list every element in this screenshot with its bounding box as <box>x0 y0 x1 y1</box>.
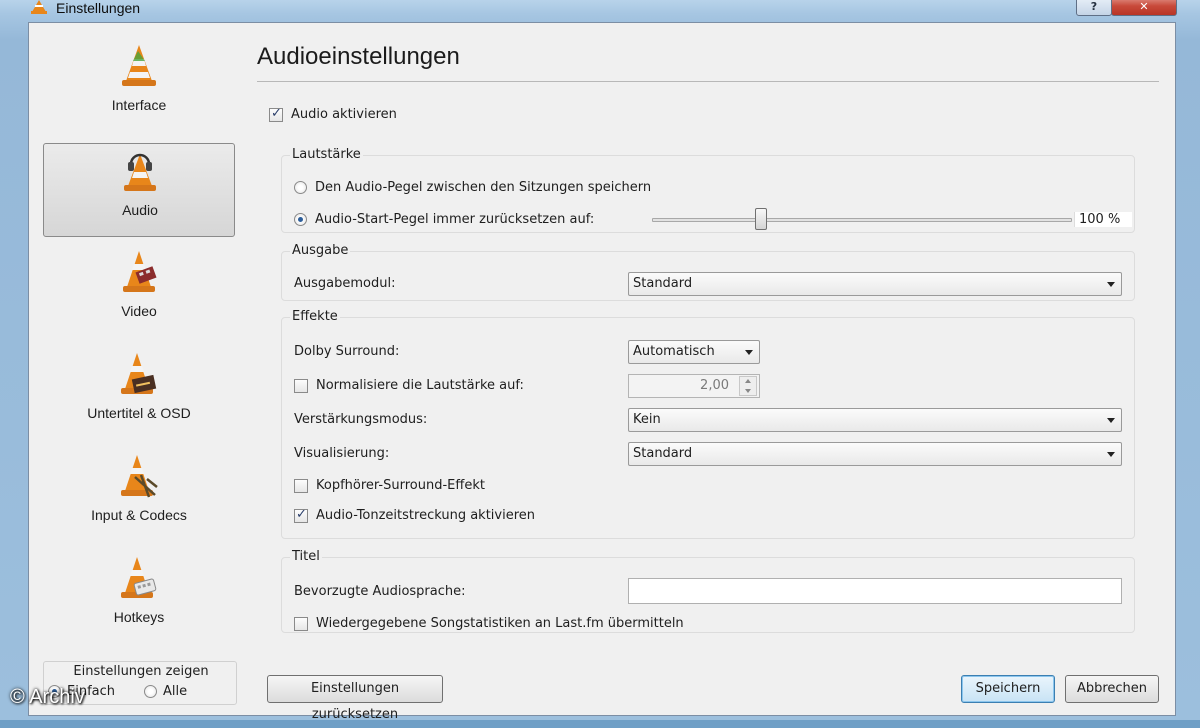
visualization-label: Visualisierung: <box>294 446 390 461</box>
title-divider <box>257 81 1159 82</box>
enable-audio-label: Audio aktivieren <box>291 107 397 122</box>
sidebar-item-audio[interactable]: Audio <box>43 143 235 237</box>
visualization-value: Standard <box>633 446 693 461</box>
gain-value: Kein <box>633 412 661 427</box>
volume-slider-track[interactable] <box>652 218 1072 222</box>
lastfm-label: Wiedergegebene Songstatistiken an Last.f… <box>316 616 684 631</box>
sidebar-item-label: Untertitel & OSD <box>87 405 191 421</box>
timestretch-option[interactable]: Audio-Tonzeitstreckung aktivieren <box>294 507 536 523</box>
headphones-cone-icon <box>120 146 160 196</box>
enable-audio-checkbox[interactable] <box>269 106 283 122</box>
lastfm-option[interactable]: Wiedergegebene Songstatistiken an Last.f… <box>294 616 684 631</box>
normalize-option[interactable]: Normalisiere die Lautstärke auf: <box>294 378 524 393</box>
track-group: Titel Bevorzugte Audiosprache: Wiedergeg… <box>281 549 1135 633</box>
all-label: Alle <box>163 684 188 699</box>
vlc-cone-icon <box>119 41 159 91</box>
output-group-title: Ausgabe <box>290 243 351 258</box>
page-title: Audioeinstellungen <box>257 43 460 70</box>
volume-slider-thumb[interactable] <box>755 208 768 230</box>
help-button[interactable]: ? <box>1076 0 1112 16</box>
output-module-select[interactable]: Standard <box>628 272 1122 296</box>
sidebar-item-label: Hotkeys <box>113 609 165 625</box>
dolby-label: Dolby Surround: <box>294 344 400 359</box>
chevron-down-icon <box>745 350 753 355</box>
audio-language-input[interactable] <box>628 578 1122 604</box>
film-cone-icon <box>119 247 159 297</box>
all-radio[interactable] <box>144 685 157 698</box>
subtitle-cone-icon <box>119 349 159 399</box>
spin-arrows-icon[interactable] <box>739 376 757 396</box>
sidebar-item-label: Video <box>121 303 157 319</box>
watermark: © Archiv <box>10 686 85 708</box>
dolby-select[interactable]: Automatisch <box>628 340 760 364</box>
track-group-title: Titel <box>290 549 322 564</box>
normalize-stepper[interactable]: 2,00 <box>628 374 760 398</box>
chevron-down-icon <box>1107 418 1115 423</box>
headphone-surround-label: Kopfhörer-Surround-Effekt <box>316 478 485 493</box>
enable-audio-option[interactable]: Audio aktivieren <box>269 106 397 122</box>
lastfm-checkbox[interactable] <box>294 616 308 631</box>
reset-level-radio[interactable] <box>294 213 307 226</box>
dolby-value: Automatisch <box>633 344 715 359</box>
close-button[interactable]: ✕ <box>1111 0 1177 16</box>
volume-group-title: Lautstärke <box>290 147 363 162</box>
save-button[interactable]: Speichern <box>961 675 1055 703</box>
save-level-label: Den Audio-Pegel zwischen den Sitzungen s… <box>315 180 652 195</box>
timestretch-checkbox[interactable] <box>294 507 308 523</box>
sidebar-item-interface[interactable]: Interface <box>43 39 235 133</box>
chevron-down-icon <box>1107 452 1115 457</box>
volume-readout: 100 % <box>1074 212 1132 227</box>
output-module-label: Ausgabemodul: <box>294 276 396 291</box>
effects-group-title: Effekte <box>290 309 340 324</box>
vlc-cone-icon <box>30 0 48 18</box>
settings-window: Einstellungen ? ✕ Interface Audio Video … <box>0 0 1200 722</box>
normalize-checkbox[interactable] <box>294 378 308 393</box>
visualization-select[interactable]: Standard <box>628 442 1122 466</box>
dialog-client: Interface Audio Video Untertitel & OSD I… <box>28 22 1176 722</box>
sidebar-item-label: Audio <box>122 202 158 218</box>
sidebar-item-video[interactable]: Video <box>43 245 235 339</box>
save-level-radio[interactable] <box>294 181 307 194</box>
effects-group: Effekte Dolby Surround: Automatisch Norm… <box>281 309 1135 539</box>
reset-level-label: Audio-Start-Pegel immer zurücksetzen auf… <box>315 212 595 227</box>
reset-settings-button[interactable]: Einstellungen zurücksetzen <box>267 675 443 722</box>
show-all-option[interactable]: Alle <box>144 684 187 699</box>
normalize-value: 2,00 <box>700 378 729 393</box>
gain-label: Verstärkungsmodus: <box>294 412 428 427</box>
audio-settings-panel: Audioeinstellungen Audio aktivieren Laut… <box>257 23 1163 722</box>
timestretch-label: Audio-Tonzeitstreckung aktivieren <box>316 508 536 523</box>
save-level-option[interactable]: Den Audio-Pegel zwischen den Sitzungen s… <box>294 180 651 195</box>
show-settings-title: Einstellungen zeigen <box>73 664 209 679</box>
codecs-cone-icon <box>119 451 159 501</box>
keyboard-cone-icon <box>119 553 159 603</box>
output-module-value: Standard <box>633 276 693 291</box>
window-title: Einstellungen <box>56 0 141 16</box>
sidebar-item-label: Input & Codecs <box>91 507 187 523</box>
title-bar: Einstellungen ? ✕ <box>0 0 1200 22</box>
headphone-surround-checkbox[interactable] <box>294 478 308 493</box>
chevron-down-icon <box>1107 282 1115 287</box>
sidebar-item-input-codecs[interactable]: Input & Codecs <box>43 449 235 543</box>
volume-group: Lautstärke Den Audio-Pegel zwischen den … <box>281 147 1135 233</box>
category-sidebar: Interface Audio Video Untertitel & OSD I… <box>29 23 249 705</box>
normalize-label: Normalisiere die Lautstärke auf: <box>316 378 524 393</box>
headphone-surround-option[interactable]: Kopfhörer-Surround-Effekt <box>294 478 485 493</box>
sidebar-item-subtitles-osd[interactable]: Untertitel & OSD <box>43 347 235 441</box>
sidebar-item-label: Interface <box>111 97 167 113</box>
output-group: Ausgabe Ausgabemodul: Standard <box>281 243 1135 301</box>
audio-language-label: Bevorzugte Audiosprache: <box>294 584 466 599</box>
reset-level-option[interactable]: Audio-Start-Pegel immer zurücksetzen auf… <box>294 212 594 227</box>
gain-select[interactable]: Kein <box>628 408 1122 432</box>
sidebar-item-hotkeys[interactable]: Hotkeys <box>43 551 235 645</box>
cancel-button[interactable]: Abbrechen <box>1065 675 1159 703</box>
